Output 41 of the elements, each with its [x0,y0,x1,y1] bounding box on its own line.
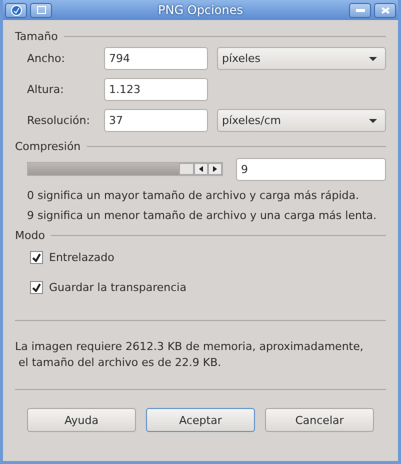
square-icon [36,6,46,14]
slider-handle[interactable] [179,163,194,175]
caret-icon [369,56,377,60]
hint-text: 9 significa un menor tamaño de archivo y una carga más lenta. [27,208,376,222]
check-icon [32,282,41,292]
dialog-button[interactable]: Ayuda [27,408,136,432]
caret-icon [369,118,377,122]
window-title: PNG Opciones [157,3,244,17]
checkbox[interactable] [30,250,43,264]
hint-text: 0 significa un mayor tamaño de archivo y carga más rápida. [27,188,359,202]
unit-dropdown[interactable]: píxeles [217,47,386,70]
checkbox[interactable] [30,280,43,294]
left-arrow-button[interactable] [194,163,208,175]
close-icon [380,6,390,14]
right-arrow-button[interactable] [208,163,222,175]
input-field[interactable]: 9 [236,158,386,180]
info-text: La imagen requiere 2612.3 KB de memoria, aproximadamente, [15,339,364,355]
checkbox-label[interactable]: Entrelazado [49,250,114,264]
info-text: el tamaño del archivo es de 22.9 KB. [17,355,222,371]
input-field[interactable]: 1.123 [104,78,208,101]
right-arrow-icon [213,166,218,172]
close-button[interactable] [374,2,396,18]
app-icon [10,4,22,16]
left-arrow-icon [199,166,204,172]
field-label: Resolución: [27,114,91,127]
check-icon [32,252,41,262]
dialog-button[interactable]: Aceptar [146,408,255,432]
section-title: Tamaño [15,30,58,43]
field-label: Ancho: [27,52,66,65]
unit-dropdown[interactable]: píxeles/cm [217,109,386,132]
app-menu-button[interactable] [5,2,27,18]
minimize-button[interactable] [349,2,371,18]
input-field[interactable]: 794 [104,47,208,70]
section-title: Compresión [15,140,81,153]
field-label: Altura: [27,83,65,96]
minimize-icon [356,8,364,12]
section-title: Modo [15,229,45,242]
input-field[interactable]: 37 [104,109,208,132]
checkbox-label[interactable]: Guardar la transparencia [49,280,186,294]
dialog-button[interactable]: Cancelar [265,408,374,432]
pin-button[interactable] [30,2,52,18]
